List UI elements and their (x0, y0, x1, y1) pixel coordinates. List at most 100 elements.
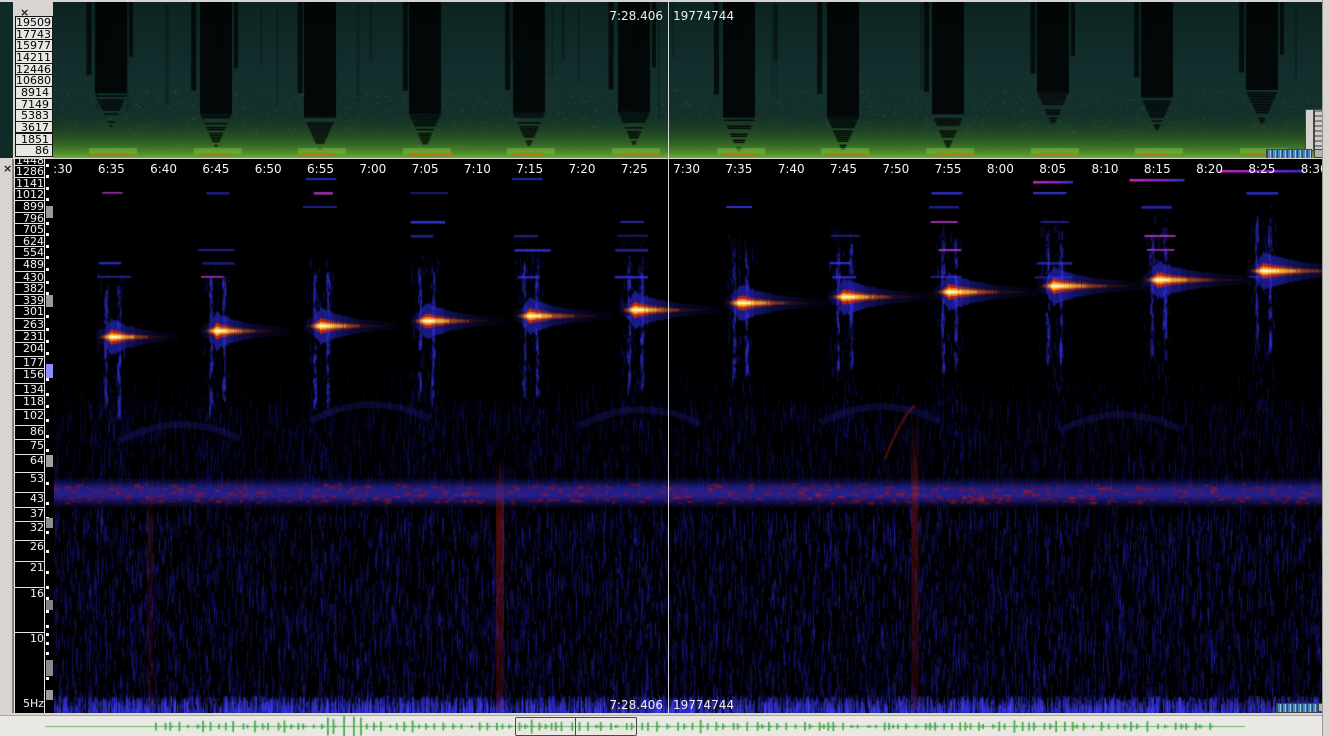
scale-tick (46, 245, 49, 248)
freq-label: 489 (15, 259, 44, 271)
scale-minor-tick (46, 652, 49, 655)
time-label: 7:20 (561, 162, 603, 176)
scale-tick (46, 502, 49, 505)
cursor-frame-readout: 19774744 (673, 698, 734, 712)
scale-minor-tick (46, 625, 49, 628)
vertical-zoom-thumbwheel[interactable] (1314, 109, 1322, 151)
scale-tick (46, 233, 49, 236)
scale-tick (46, 550, 49, 553)
freq-label: 16 (15, 588, 44, 600)
freq-label: 32 (15, 522, 44, 534)
freq-label: 43 (15, 493, 44, 505)
time-label: 8:05 (1032, 162, 1074, 176)
scale-tick (46, 419, 49, 422)
freq-label: 156 (15, 369, 44, 381)
window-right-edge (1322, 0, 1330, 736)
scale-tick (46, 315, 49, 318)
scale-tick (46, 531, 49, 534)
scale-tick (46, 642, 49, 645)
freq-label: 75 (15, 440, 44, 452)
freq-label: 86 (15, 144, 53, 157)
spectrogram-top-view[interactable] (0, 2, 1322, 158)
horizontal-zoom-thumbwheel[interactable] (1266, 149, 1312, 158)
close-pane-icon[interactable]: × (20, 8, 29, 18)
spectrogram-main-view[interactable] (0, 159, 1322, 713)
zoom-reset-button[interactable] (1314, 149, 1322, 158)
freq-label: 102 (15, 410, 44, 422)
cursor-time-readout: 7:28.406 (563, 9, 663, 23)
close-pane-icon[interactable]: × (3, 164, 12, 174)
scale-tick (46, 281, 49, 284)
scale-indicator-mark (46, 364, 53, 378)
cursor-time-readout: 7:28.406 (563, 698, 663, 712)
time-label: 7:35 (718, 162, 760, 176)
time-label: 7:40 (770, 162, 812, 176)
time-label: 8:25 (1241, 162, 1283, 176)
cursor-frame-readout: 19774744 (673, 9, 734, 23)
time-label: 6:50 (247, 162, 289, 176)
scale-indicator-mark (46, 206, 53, 218)
scale-indicator-mark (46, 690, 53, 700)
time-label: 8:15 (1136, 162, 1178, 176)
scale-indicator-mark (46, 660, 53, 676)
freq-label: 37 (15, 508, 44, 520)
scale-tick (46, 175, 49, 178)
overview-playback-cursor (575, 718, 576, 735)
time-label: 7:45 (823, 162, 865, 176)
scale-tick (46, 187, 49, 190)
scale-tick (46, 256, 49, 259)
scale-tick (46, 482, 49, 485)
freq-label: 118 (15, 396, 44, 408)
time-label: 7:55 (927, 162, 969, 176)
time-label: 6:35 (90, 162, 132, 176)
scale-tick (46, 435, 49, 438)
freq-label: 10 (15, 633, 44, 645)
scale-tick (46, 164, 49, 167)
time-label: 6:55 (300, 162, 342, 176)
pane-spectrogram-top: 7:28.406 19774744 1950917743159771421112… (0, 2, 1322, 158)
scale-tick (46, 405, 49, 408)
freq-label: 21 (15, 562, 44, 574)
overview-waveform[interactable] (0, 716, 1322, 736)
time-label: 7:15 (509, 162, 551, 176)
time-label: 8:20 (1189, 162, 1231, 176)
pane-left-edge (0, 159, 13, 713)
time-label: 6:45 (195, 162, 237, 176)
freq-label: 53 (15, 473, 44, 485)
scale-indicator-mark (46, 295, 53, 307)
horizontal-zoom-thumbwheel[interactable] (1276, 703, 1318, 713)
time-label: 8:10 (1084, 162, 1126, 176)
scale-minor-tick (46, 586, 49, 589)
vertical-scroll-thumbwheel[interactable] (1305, 109, 1314, 151)
scale-minor-tick (46, 633, 49, 636)
scale-indicator-mark (46, 455, 53, 467)
time-label: 7:05 (404, 162, 446, 176)
freq-label: 64 (15, 455, 44, 467)
scale-tick (46, 340, 49, 343)
pane-spectrogram-main: 6:306:356:406:456:506:557:007:057:107:15… (0, 159, 1322, 713)
time-label: 7:00 (352, 162, 394, 176)
frequency-unit-label: 5Hz (15, 698, 44, 710)
scale-tick (46, 328, 49, 331)
freq-label: 26 (15, 541, 44, 553)
sonic-visualiser-window: 7:28.406 19774744 1950917743159771421112… (0, 0, 1330, 736)
freq-label: 263 (15, 319, 44, 331)
scale-tick (46, 571, 49, 574)
scale-minor-tick (46, 677, 49, 680)
time-label: 7:50 (875, 162, 917, 176)
scale-tick (46, 352, 49, 355)
time-label: 7:10 (456, 162, 498, 176)
freq-label: 134 (15, 384, 44, 396)
scale-tick (46, 393, 49, 396)
playback-cursor-line (668, 159, 669, 713)
frequency-scale-top: 1950917743159771421112446106808914714953… (13, 2, 53, 158)
visible-region-box[interactable] (515, 717, 637, 736)
scale-minor-tick (46, 610, 49, 613)
time-label: 6:40 (143, 162, 185, 176)
freq-label: 86 (15, 426, 44, 438)
time-label: 7:25 (613, 162, 655, 176)
overview-strip (0, 715, 1322, 736)
scale-tick (46, 378, 49, 381)
time-label: 7:30 (666, 162, 708, 176)
time-label: 8:30 (1293, 162, 1322, 176)
